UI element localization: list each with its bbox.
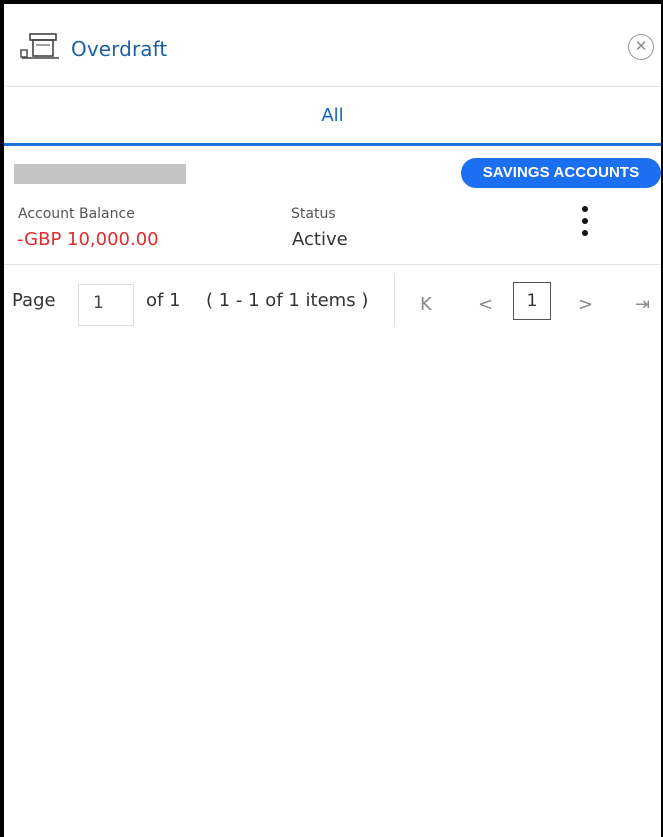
close-icon[interactable]: ✕ <box>628 34 654 60</box>
previous-page-icon[interactable]: < <box>478 294 493 315</box>
page-label: Page <box>12 290 56 311</box>
tab-bar: All <box>4 86 661 146</box>
panel-title: Overdraft <box>71 37 168 61</box>
account-card: SAVINGS ACCOUNTS Account Balance -GBP 10… <box>4 146 661 264</box>
items-count-label: ( 1 - 1 of 1 items ) <box>206 290 369 311</box>
panel-header: Overdraft ✕ <box>4 4 661 86</box>
first-page-icon[interactable]: K <box>420 294 432 315</box>
pager-separator <box>394 274 395 326</box>
last-page-icon[interactable]: ⇥ <box>635 294 650 315</box>
pagination-bar: Page 1 of 1 ( 1 - 1 of 1 items ) K < 1 >… <box>4 264 661 336</box>
tab-all[interactable]: All <box>4 86 661 143</box>
page-button-current[interactable]: 1 <box>513 282 551 320</box>
balance-value: -GBP 10,000.00 <box>17 229 159 250</box>
overdraft-icon <box>20 33 59 59</box>
next-page-icon[interactable]: > <box>578 294 593 315</box>
balance-label: Account Balance <box>18 206 135 222</box>
status-value: Active <box>292 229 348 250</box>
redacted-account-name <box>14 164 186 184</box>
page-total-label: of 1 <box>146 290 181 311</box>
account-type-badge: SAVINGS ACCOUNTS <box>461 158 661 188</box>
page-number-input[interactable]: 1 <box>78 284 134 326</box>
status-label: Status <box>291 206 336 222</box>
more-vertical-icon[interactable] <box>576 204 594 238</box>
